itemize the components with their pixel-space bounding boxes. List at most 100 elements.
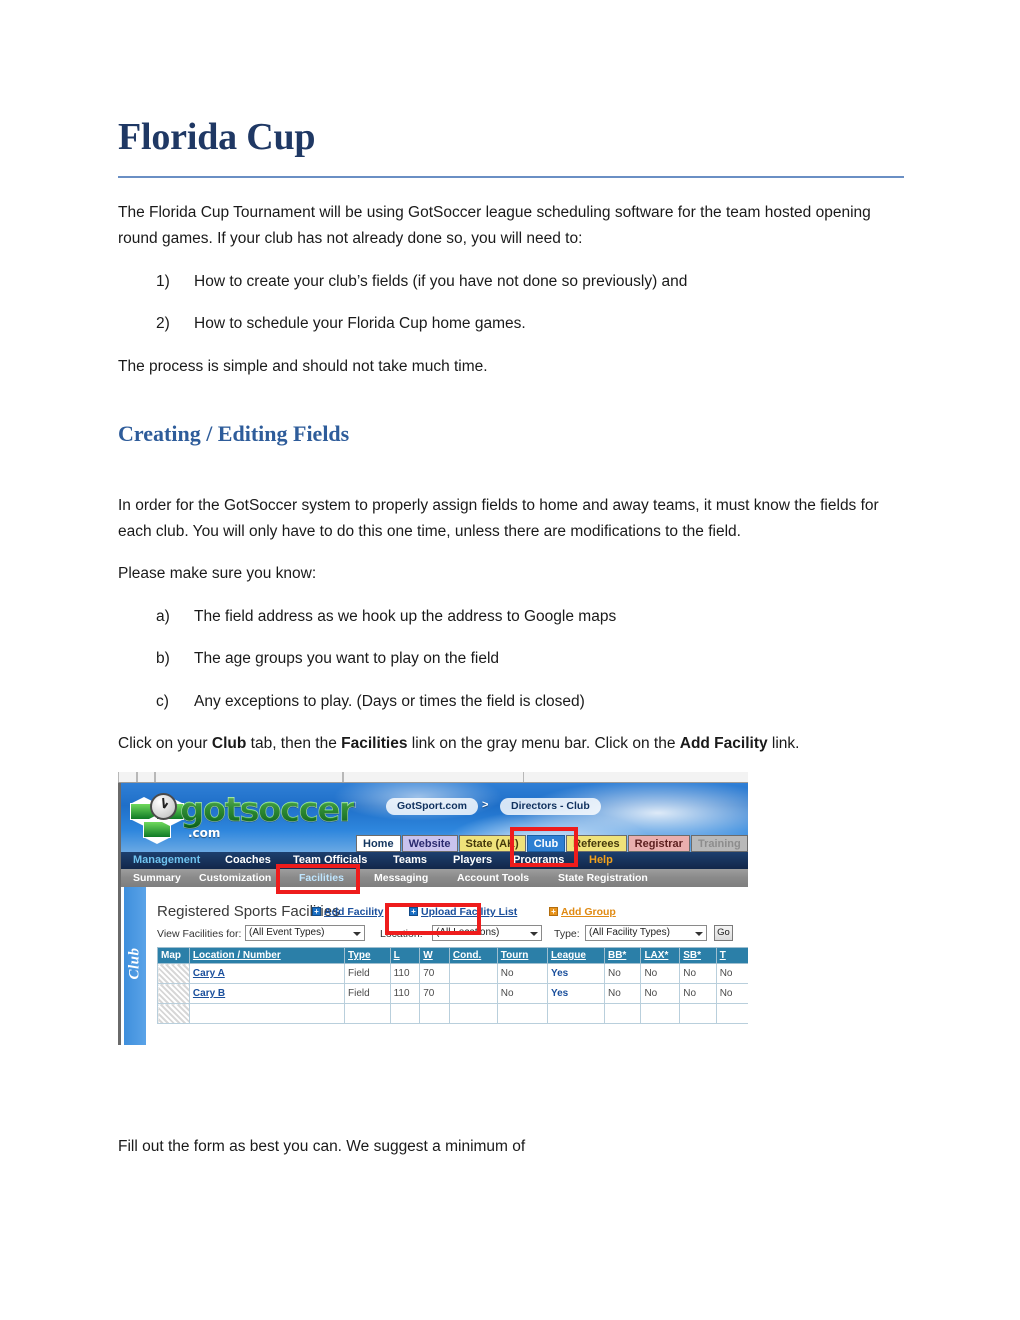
go-button[interactable]: Go xyxy=(714,925,733,941)
cell-tourn: No xyxy=(496,963,548,984)
cell-cond xyxy=(448,983,498,1004)
column-header-lax[interactable]: LAX* xyxy=(640,947,681,964)
tab-registrar[interactable]: Registrar xyxy=(627,835,690,852)
section-paragraph: In order for the GotSoccer system to pro… xyxy=(118,497,879,540)
instruction-bold-facilities: Facilities xyxy=(341,735,408,752)
clock-icon xyxy=(150,793,177,820)
sub-nav-bar: Summary Customization Facilities Messagi… xyxy=(118,869,748,887)
cell-map[interactable] xyxy=(157,963,190,984)
cell-location: Cary B xyxy=(188,983,346,1004)
cell-width: 70 xyxy=(419,963,450,984)
column-header-sb[interactable]: SB* xyxy=(679,947,717,964)
cell-league: Yes xyxy=(546,983,605,1004)
facility-link[interactable]: Cary A xyxy=(193,968,225,979)
section-heading: Creating / Editing Fields xyxy=(118,421,350,446)
cell-t: No xyxy=(715,963,748,984)
column-header-t[interactable]: T xyxy=(715,947,748,964)
list-item: 1) How to create your club’s fields (if y… xyxy=(156,269,687,295)
gotsoccer-logo[interactable]: gotsoccer .com xyxy=(126,789,366,845)
logo-wordmark: gotsoccer xyxy=(180,790,356,830)
tab-training[interactable]: Training xyxy=(690,835,748,852)
nav-item-coaches[interactable]: Coaches xyxy=(225,854,271,866)
nav-item-players[interactable]: Players xyxy=(453,854,492,866)
instruction-part3: link on the gray menu bar. Click on the xyxy=(407,735,680,752)
nav-item-help[interactable]: Help xyxy=(589,854,613,866)
table-row-partial xyxy=(157,1003,748,1024)
list-text: How to schedule your Florida Cup home ga… xyxy=(194,315,526,332)
chevron-down-icon xyxy=(530,932,538,936)
cell-width: 70 xyxy=(419,983,450,1004)
main-nav-bar: Management Coaches Team Officials Teams … xyxy=(118,852,748,869)
table-row: Cary A Field 110 70 No Yes No No No No xyxy=(157,963,748,984)
list-item: a) The field address as we hook up the ad… xyxy=(156,604,616,630)
cell-length: 110 xyxy=(389,983,421,1004)
side-tab-club[interactable]: Club xyxy=(124,887,146,1045)
column-header-bb[interactable]: BB* xyxy=(603,947,642,964)
table-header-row: Map Location / Number Type L W Cond. Tou… xyxy=(157,947,748,964)
cell-map[interactable] xyxy=(157,983,190,1004)
breadcrumb-item-gotsport[interactable]: GotSport.com xyxy=(386,798,478,815)
subnav-item-customization[interactable]: Customization xyxy=(199,872,271,884)
subnav-item-summary[interactable]: Summary xyxy=(133,872,181,884)
add-group-link[interactable]: Add Group xyxy=(561,906,616,918)
column-header-width[interactable]: W xyxy=(419,947,450,964)
facility-link[interactable]: Cary B xyxy=(193,988,225,999)
annotation-box-facilities-link xyxy=(276,864,360,894)
add-facility-link[interactable]: Add Facility xyxy=(324,906,384,918)
column-header-cond[interactable]: Cond. xyxy=(448,947,498,964)
list-text: How to create your club’s fields (if you… xyxy=(194,273,688,290)
chevron-down-icon xyxy=(353,932,361,936)
cell-tourn: No xyxy=(496,983,548,1004)
list-text: Any exceptions to play. (Days or times t… xyxy=(194,693,585,710)
cell-lax: No xyxy=(640,963,681,984)
instruction-part2: tab, then the xyxy=(246,735,342,752)
column-header-type[interactable]: Type xyxy=(344,947,391,964)
subnav-item-account-tools[interactable]: Account Tools xyxy=(457,872,529,884)
column-header-length[interactable]: L xyxy=(389,947,421,964)
cell-location: Cary A xyxy=(188,963,346,984)
nav-item-teams[interactable]: Teams xyxy=(393,854,427,866)
cell-t: No xyxy=(715,983,748,1004)
facility-type-select[interactable]: (All Facility Types) xyxy=(585,925,707,941)
instruction-bold-club: Club xyxy=(211,735,247,752)
tab-home[interactable]: Home xyxy=(356,835,401,852)
cell-type: Field xyxy=(344,963,391,984)
logo-domain-suffix: .com xyxy=(188,826,221,840)
breadcrumb-item-directors-club[interactable]: Directors - Club xyxy=(500,798,601,815)
list-marker: b) xyxy=(156,650,170,667)
cell-bb: No xyxy=(603,983,642,1004)
filter-label-event-type: View Facilities for: xyxy=(157,928,242,940)
list-item: b) The age groups you want to play on the… xyxy=(156,646,499,672)
filter-label-type: Type: xyxy=(554,928,580,940)
nav-item-management[interactable]: Management xyxy=(133,854,200,866)
cell-bb: No xyxy=(603,963,642,984)
cell-sb: No xyxy=(679,963,717,984)
browser-chrome-strip xyxy=(118,772,748,783)
add-facility-plus-icon: + xyxy=(312,907,321,916)
breadcrumb-separator-icon: > xyxy=(482,799,489,811)
instruction-part4: link. xyxy=(767,735,800,752)
subnav-item-state-registration[interactable]: State Registration xyxy=(558,872,648,884)
hexagon-logo-icon xyxy=(129,791,184,844)
facility-type-value: (All Facility Types) xyxy=(589,927,670,938)
cell-cond xyxy=(448,963,498,984)
subnav-item-messaging[interactable]: Messaging xyxy=(374,872,428,884)
tab-website[interactable]: Website xyxy=(401,835,458,852)
instruction-part1: Click on your xyxy=(118,735,212,752)
column-header-league[interactable]: League xyxy=(546,947,605,964)
column-header-location[interactable]: Location / Number xyxy=(188,947,346,964)
closing-paragraph: Fill out the form as best you can. We su… xyxy=(118,1138,526,1155)
cell-league: Yes xyxy=(546,963,605,984)
list-marker: c) xyxy=(156,693,169,710)
please-know-paragraph: Please make sure you know: xyxy=(118,565,317,582)
column-header-tourn[interactable]: Tourn xyxy=(496,947,548,964)
table-row: Cary B Field 110 70 No Yes No No No No xyxy=(157,983,748,1004)
event-type-select[interactable]: (All Event Types) xyxy=(245,925,365,941)
column-header-map: Map xyxy=(157,947,190,964)
list-text: The field address as we hook up the addr… xyxy=(194,608,617,625)
chevron-down-icon xyxy=(695,932,703,936)
annotation-box-add-facility-link xyxy=(385,903,481,935)
title-divider xyxy=(118,176,904,178)
after-list-paragraph: The process is simple and should not tak… xyxy=(118,358,488,375)
annotation-box-club-tab xyxy=(510,827,578,867)
